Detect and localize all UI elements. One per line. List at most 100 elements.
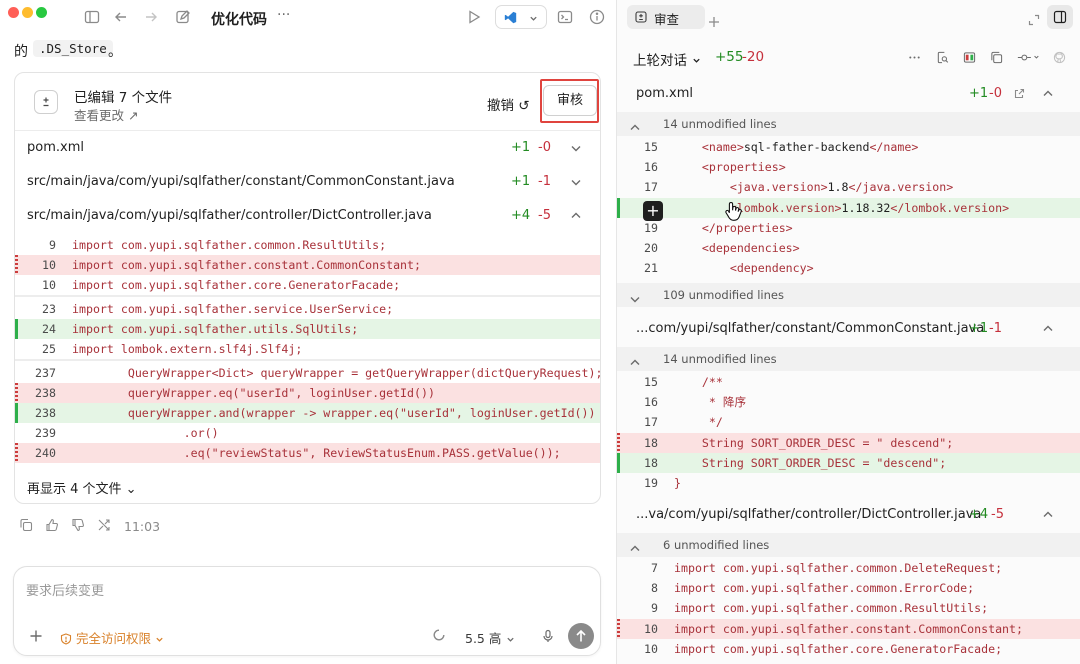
- chevron-up-icon[interactable]: [629, 353, 641, 365]
- diff-file-icon: [635, 11, 647, 23]
- review-file-header[interactable]: ...va/com/yupi/sqlfather/controller/Dict…: [617, 498, 1080, 532]
- context-line: 10 import com.yupi.sqlfather.core.Generat…: [15, 275, 600, 295]
- chevron-up-icon[interactable]: [629, 118, 641, 130]
- chevron-up-icon[interactable]: [570, 210, 582, 222]
- changed-file-row[interactable]: src/main/java/com/yupi/sqlfather/control…: [15, 199, 600, 233]
- copy-windows-icon[interactable]: [990, 51, 1003, 64]
- code-text: queryWrapper.eq("userId", loginUser.getI…: [72, 386, 435, 400]
- hunk-separator: [15, 359, 600, 361]
- unmodified-lines-bar[interactable]: 109 unmodified lines: [617, 283, 1080, 308]
- new-tab-plus-icon[interactable]: [707, 14, 721, 28]
- unmodified-lines-bar[interactable]: 14 unmodified lines: [617, 112, 1080, 136]
- line-number: 240: [35, 446, 56, 460]
- send-button[interactable]: [568, 623, 594, 649]
- forward-arrow-icon[interactable]: [143, 9, 159, 25]
- changes-card-header: 已编辑 7 个文件 查看更改 ↗ 撤销 ↺ 审核: [15, 73, 600, 131]
- chevron-up-icon[interactable]: [1042, 323, 1054, 335]
- split-view-icon[interactable]: [963, 51, 976, 64]
- open-external-icon[interactable]: [1014, 88, 1025, 99]
- code-text: /**: [674, 375, 723, 389]
- thumbs-up-icon[interactable]: [45, 518, 59, 532]
- follow-up-input[interactable]: 要求后续变更: [26, 580, 104, 599]
- added-count: +4: [969, 507, 989, 522]
- commit-graph-icon[interactable]: [1016, 51, 1042, 64]
- terminal-icon[interactable]: [557, 9, 573, 25]
- file-name: ...va/com/yupi/sqlfather/controller/Dict…: [636, 507, 982, 522]
- add-comment-button[interactable]: +: [643, 201, 663, 221]
- added-count: +1: [969, 321, 989, 336]
- minimize-window-button[interactable]: [22, 7, 33, 18]
- microphone-icon[interactable]: [541, 628, 555, 642]
- context-line: 237 QueryWrapper<Dict> queryWrapper = ge…: [15, 363, 600, 383]
- added-line: 18 <lombok.version>1.18.32</lombok.versi…: [617, 197, 1080, 218]
- line-number: 16: [644, 395, 658, 410]
- line-number: 25: [42, 342, 56, 356]
- code-text: <java.version>1.8</java.version>: [729, 180, 954, 195]
- model-label: 5.5 高: [465, 631, 502, 646]
- run-play-icon[interactable]: [466, 9, 482, 25]
- undo-button[interactable]: 撤销 ↺: [487, 94, 530, 114]
- context-line: 19}: [617, 473, 1080, 493]
- chevron-down-icon[interactable]: [570, 142, 582, 154]
- attach-plus-icon[interactable]: [29, 628, 43, 642]
- show-more-files-button[interactable]: 再显示 4 个文件 ⌄: [27, 478, 137, 497]
- line-number: 10: [644, 621, 658, 636]
- line-number: 9: [49, 238, 56, 252]
- code-text: import com.yupi.sqlfather.common.ResultU…: [72, 238, 387, 252]
- changed-file-row[interactable]: src/main/java/com/yupi/sqlfather/constan…: [15, 165, 600, 199]
- thumbs-down-icon[interactable]: [71, 518, 85, 532]
- chevron-up-icon[interactable]: [1042, 509, 1054, 521]
- context-line: 8 import com.yupi.sqlfather.common.ErrorC…: [617, 578, 1080, 598]
- removed-count: -0: [989, 86, 1002, 101]
- more-icon[interactable]: [908, 51, 921, 64]
- chevron-up-icon[interactable]: [1042, 88, 1054, 100]
- changed-file-row[interactable]: pom.xml +1 -0: [15, 131, 600, 165]
- line-number: 15: [644, 375, 658, 389]
- added-count: +1: [511, 140, 531, 155]
- toggle-panel-button[interactable]: [1047, 5, 1073, 29]
- access-permission-dropdown[interactable]: 完全访问权限: [60, 628, 164, 647]
- sidebar-toggle-icon[interactable]: [84, 9, 100, 25]
- more-options-button[interactable]: ···: [277, 7, 290, 23]
- info-icon[interactable]: [589, 9, 605, 25]
- title-bar: 优化代码 ···: [0, 0, 616, 36]
- open-in-editor-dropdown[interactable]: [495, 5, 547, 29]
- expand-icon[interactable]: [1028, 11, 1040, 26]
- panel-icon: [1053, 10, 1067, 24]
- chevron-down-icon[interactable]: [629, 289, 641, 303]
- chevron-down-icon: [507, 637, 515, 642]
- review-file-header[interactable]: pom.xml +1 -0: [617, 77, 1080, 111]
- close-window-button[interactable]: [8, 7, 19, 18]
- chevron-down-icon[interactable]: [570, 176, 582, 188]
- code-text: * 降序: [674, 395, 747, 410]
- copy-icon[interactable]: [19, 518, 33, 532]
- zoom-window-button[interactable]: [36, 7, 47, 18]
- model-selector[interactable]: 5.5 高: [465, 628, 515, 647]
- review-file-header[interactable]: ...com/yupi/sqlfather/constant/CommonCon…: [617, 312, 1080, 346]
- view-changes-link[interactable]: 查看更改 ↗: [74, 105, 138, 124]
- context-line: 9 import com.yupi.sqlfather.common.Result…: [15, 235, 600, 255]
- tab-review[interactable]: 审查: [627, 5, 719, 29]
- arrow-up-icon: [576, 629, 586, 642]
- review-button[interactable]: 审核: [543, 85, 597, 116]
- removed-count: -1: [989, 321, 1002, 336]
- line-number: 16: [644, 160, 658, 175]
- code-text: String SORT_ORDER_DESC = "descend";: [674, 455, 947, 470]
- scope-selector[interactable]: 上轮对话: [633, 49, 701, 69]
- new-chat-edit-icon[interactable]: [175, 9, 191, 25]
- unmodified-lines-bar[interactable]: 6 unmodified lines: [617, 533, 1080, 557]
- unmodified-lines-bar[interactable]: 14 unmodified lines: [617, 347, 1080, 371]
- total-added-count: +55: [715, 49, 744, 65]
- review-pane: 审查 上轮对话 +55 -20 pom.xml +1 -0 14 unmodified…: [617, 0, 1080, 664]
- added-count: +4: [511, 208, 531, 223]
- line-number: 18: [644, 435, 658, 450]
- code-text: }: [674, 476, 681, 490]
- search-file-icon[interactable]: [936, 51, 949, 64]
- fork-icon[interactable]: [97, 518, 111, 532]
- line-number: 10: [42, 278, 56, 292]
- back-arrow-icon[interactable]: [113, 9, 129, 25]
- hunk-separator: [15, 295, 600, 297]
- chevron-up-icon[interactable]: [629, 539, 641, 551]
- github-icon[interactable]: [1053, 51, 1066, 64]
- chevron-down-icon: [530, 16, 537, 21]
